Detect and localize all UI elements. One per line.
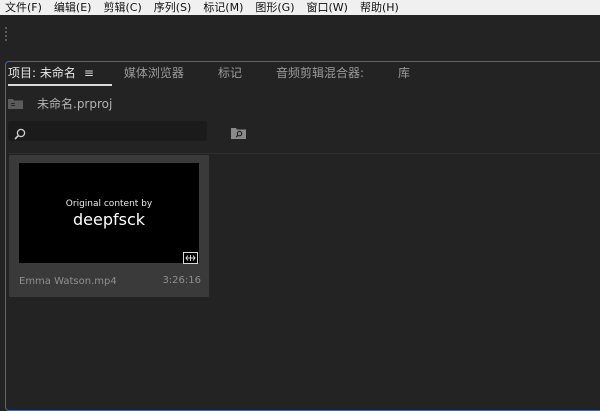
tab-markers[interactable]: 标记 [218, 62, 242, 84]
project-file-name: 未命名.prproj [37, 96, 113, 111]
hamburger-menu-icon[interactable]: ≡ [84, 66, 94, 80]
menu-graphics[interactable]: 图形(G) [249, 0, 300, 15]
thumbnail-caption: Original content by [65, 199, 153, 209]
clip-name: Emma Watson.mp4 [19, 276, 117, 287]
menu-help[interactable]: 帮助(H) [354, 0, 405, 15]
project-path-row: 未命名.prproj [8, 94, 112, 112]
panel-divider [8, 153, 600, 154]
tab-project[interactable]: 项目: 未命名 ≡ [8, 62, 112, 86]
menu-markers[interactable]: 标记(M) [197, 0, 249, 15]
toolbar [0, 15, 600, 57]
toolbar-grip-handle[interactable] [5, 27, 9, 45]
clip-duration: 3:26:16 [162, 275, 201, 286]
tab-audio-clip-mixer[interactable]: 音频剪辑混合器: [276, 62, 364, 84]
menu-file[interactable]: 文件(F) [0, 0, 48, 15]
menu-sequence[interactable]: 序列(S) [148, 0, 198, 15]
video-clip-badge-icon [183, 249, 198, 264]
search-input[interactable] [28, 121, 203, 141]
tab-libraries[interactable]: 库 [398, 62, 410, 84]
menu-window[interactable]: 窗口(W) [301, 0, 354, 15]
new-bin-icon[interactable] [231, 124, 246, 143]
search-box[interactable] [8, 121, 207, 141]
menu-clip[interactable]: 剪辑(C) [97, 0, 147, 15]
bin-folder-icon[interactable] [8, 98, 23, 109]
clip-thumbnail-card[interactable]: Original content by deepfsck Emma Watson… [9, 155, 209, 297]
clip-thumbnail[interactable]: Original content by deepfsck [19, 163, 199, 264]
thumbnail-title: deepfsck [72, 210, 146, 229]
project-panel: 项目: 未命名 ≡ 媒体浏览器 标记 音频剪辑混合器: 库 未命名.prproj [0, 57, 600, 411]
panel-tabs: 项目: 未命名 ≡ 媒体浏览器 标记 音频剪辑混合器: 库 [8, 60, 598, 86]
tab-media-browser[interactable]: 媒体浏览器 [124, 62, 184, 84]
menu-edit[interactable]: 编辑(E) [48, 0, 98, 15]
search-icon [14, 125, 26, 144]
tab-project-label: 项目: 未命名 [8, 66, 76, 80]
search-row [8, 121, 308, 141]
menu-bar: 文件(F) 编辑(E) 剪辑(C) 序列(S) 标记(M) 图形(G) 窗口(W… [0, 0, 600, 15]
